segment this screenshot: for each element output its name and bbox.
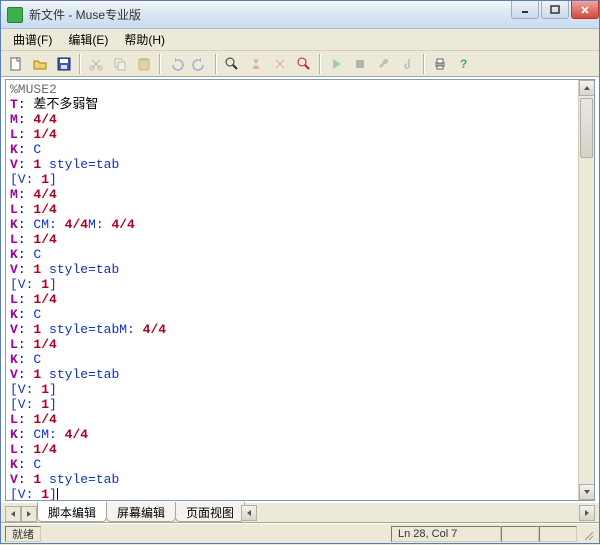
vertical-scrollbar[interactable] bbox=[578, 80, 594, 500]
editor-line[interactable]: K: C bbox=[10, 457, 574, 472]
status-ready: 就绪 bbox=[5, 526, 41, 542]
horizontal-scrollbar[interactable] bbox=[241, 505, 595, 521]
window-title: 新文件 - Muse专业版 bbox=[29, 6, 509, 23]
hscroll-left[interactable] bbox=[241, 505, 257, 521]
stop-button[interactable] bbox=[349, 53, 371, 75]
window-buttons bbox=[509, 1, 599, 28]
toolbar-separator bbox=[215, 54, 217, 74]
menu-h[interactable]: 帮助(H) bbox=[116, 29, 173, 50]
tab-next-button[interactable] bbox=[21, 506, 37, 522]
menu-f[interactable]: 曲谱(F) bbox=[5, 29, 60, 50]
tab-2[interactable]: 页面视图 bbox=[175, 502, 245, 522]
bottom-area: 脚本编辑屏幕编辑页面视图 就绪 Ln 28, Col 7 bbox=[1, 503, 599, 543]
editor-line[interactable]: T: 差不多弱智 bbox=[10, 97, 574, 112]
editor-line[interactable]: L: 1/4 bbox=[10, 202, 574, 217]
menu-e[interactable]: 编辑(E) bbox=[60, 29, 116, 50]
editor-line[interactable]: V: 1 style=tab bbox=[10, 262, 574, 277]
editor-line[interactable]: K: C bbox=[10, 352, 574, 367]
editor-line[interactable]: K: C bbox=[10, 307, 574, 322]
tab-nav-arrows bbox=[5, 506, 37, 522]
tool-wrench-icon[interactable] bbox=[373, 53, 395, 75]
editor-line[interactable]: [V: 1] bbox=[10, 172, 574, 187]
maximize-button[interactable] bbox=[541, 1, 569, 19]
editor-line[interactable]: V: 1 style=tab bbox=[10, 157, 574, 172]
code-editor[interactable]: %MUSE2T: 差不多弱智M: 4/4L: 1/4K: CV: 1 style… bbox=[6, 80, 578, 500]
tabbar: 脚本编辑屏幕编辑页面视图 bbox=[1, 503, 599, 523]
editor-line[interactable]: [V: 1] bbox=[10, 382, 574, 397]
open-file-button[interactable] bbox=[29, 53, 51, 75]
hscroll-track[interactable] bbox=[257, 505, 579, 521]
save-button[interactable] bbox=[53, 53, 75, 75]
status-empty-2 bbox=[539, 526, 577, 542]
toolbar: ? bbox=[1, 51, 599, 77]
editor-line[interactable]: %MUSE2 bbox=[10, 82, 574, 97]
toolbar-separator bbox=[319, 54, 321, 74]
svg-text:?: ? bbox=[460, 57, 467, 71]
tab-1[interactable]: 屏幕编辑 bbox=[106, 502, 176, 522]
tab-prev-button[interactable] bbox=[5, 506, 21, 522]
editor-line[interactable]: M: 4/4 bbox=[10, 187, 574, 202]
editor-line[interactable]: [V: 1] bbox=[10, 277, 574, 292]
toolbar-separator bbox=[423, 54, 425, 74]
tool-note-icon[interactable] bbox=[397, 53, 419, 75]
close-button[interactable] bbox=[571, 1, 599, 19]
status-position: Ln 28, Col 7 bbox=[391, 526, 501, 542]
print-button[interactable] bbox=[429, 53, 451, 75]
play-button[interactable] bbox=[325, 53, 347, 75]
main-window: 新文件 - Muse专业版 曲谱(F)编辑(E)帮助(H) ? %M bbox=[0, 0, 600, 544]
editor-line[interactable]: K: CM: 4/4M: 4/4 bbox=[10, 217, 574, 232]
status-empty-1 bbox=[501, 526, 539, 542]
editor-line[interactable]: [V: 1] bbox=[10, 397, 574, 412]
editor-line[interactable]: V: 1 style=tabM: 4/4 bbox=[10, 322, 574, 337]
paste-button[interactable] bbox=[133, 53, 155, 75]
editor-line[interactable]: L: 1/4 bbox=[10, 337, 574, 352]
editor-line[interactable]: K: CM: 4/4 bbox=[10, 427, 574, 442]
editor-line[interactable]: L: 1/4 bbox=[10, 232, 574, 247]
find-button[interactable] bbox=[221, 53, 243, 75]
undo-button[interactable] bbox=[165, 53, 187, 75]
new-file-button[interactable] bbox=[5, 53, 27, 75]
toolbar-separator bbox=[79, 54, 81, 74]
scroll-thumb[interactable] bbox=[580, 98, 593, 158]
minimize-button[interactable] bbox=[511, 1, 539, 19]
tabs: 脚本编辑屏幕编辑页面视图 bbox=[37, 502, 244, 522]
titlebar: 新文件 - Muse专业版 bbox=[1, 1, 599, 29]
tab-0[interactable]: 脚本编辑 bbox=[37, 502, 107, 522]
editor-line[interactable]: L: 1/4 bbox=[10, 442, 574, 457]
editor-line[interactable]: L: 1/4 bbox=[10, 127, 574, 142]
editor-line[interactable]: [V: 1] bbox=[10, 487, 574, 500]
editor-frame: %MUSE2T: 差不多弱智M: 4/4L: 1/4K: CV: 1 style… bbox=[5, 79, 595, 501]
resize-grip-icon[interactable] bbox=[579, 526, 595, 542]
editor-line[interactable]: L: 1/4 bbox=[10, 292, 574, 307]
editor-line[interactable]: M: 4/4 bbox=[10, 112, 574, 127]
help-button[interactable]: ? bbox=[453, 53, 475, 75]
scroll-up-button[interactable] bbox=[579, 80, 595, 96]
scroll-down-button[interactable] bbox=[579, 484, 595, 500]
editor-line[interactable]: K: C bbox=[10, 247, 574, 262]
find-replace-button[interactable] bbox=[293, 53, 315, 75]
editor-line[interactable]: V: 1 style=tab bbox=[10, 472, 574, 487]
tool-cut-red-icon[interactable] bbox=[269, 53, 291, 75]
redo-button[interactable] bbox=[189, 53, 211, 75]
menubar: 曲谱(F)编辑(E)帮助(H) bbox=[1, 29, 599, 51]
editor-line[interactable]: V: 1 style=tab bbox=[10, 367, 574, 382]
cut-button[interactable] bbox=[85, 53, 107, 75]
tool-person-icon[interactable] bbox=[245, 53, 267, 75]
statusbar: 就绪 Ln 28, Col 7 bbox=[1, 523, 599, 543]
hscroll-right[interactable] bbox=[579, 505, 595, 521]
app-icon bbox=[7, 7, 23, 23]
copy-button[interactable] bbox=[109, 53, 131, 75]
editor-line[interactable]: L: 1/4 bbox=[10, 412, 574, 427]
editor-line[interactable]: K: C bbox=[10, 142, 574, 157]
toolbar-separator bbox=[159, 54, 161, 74]
